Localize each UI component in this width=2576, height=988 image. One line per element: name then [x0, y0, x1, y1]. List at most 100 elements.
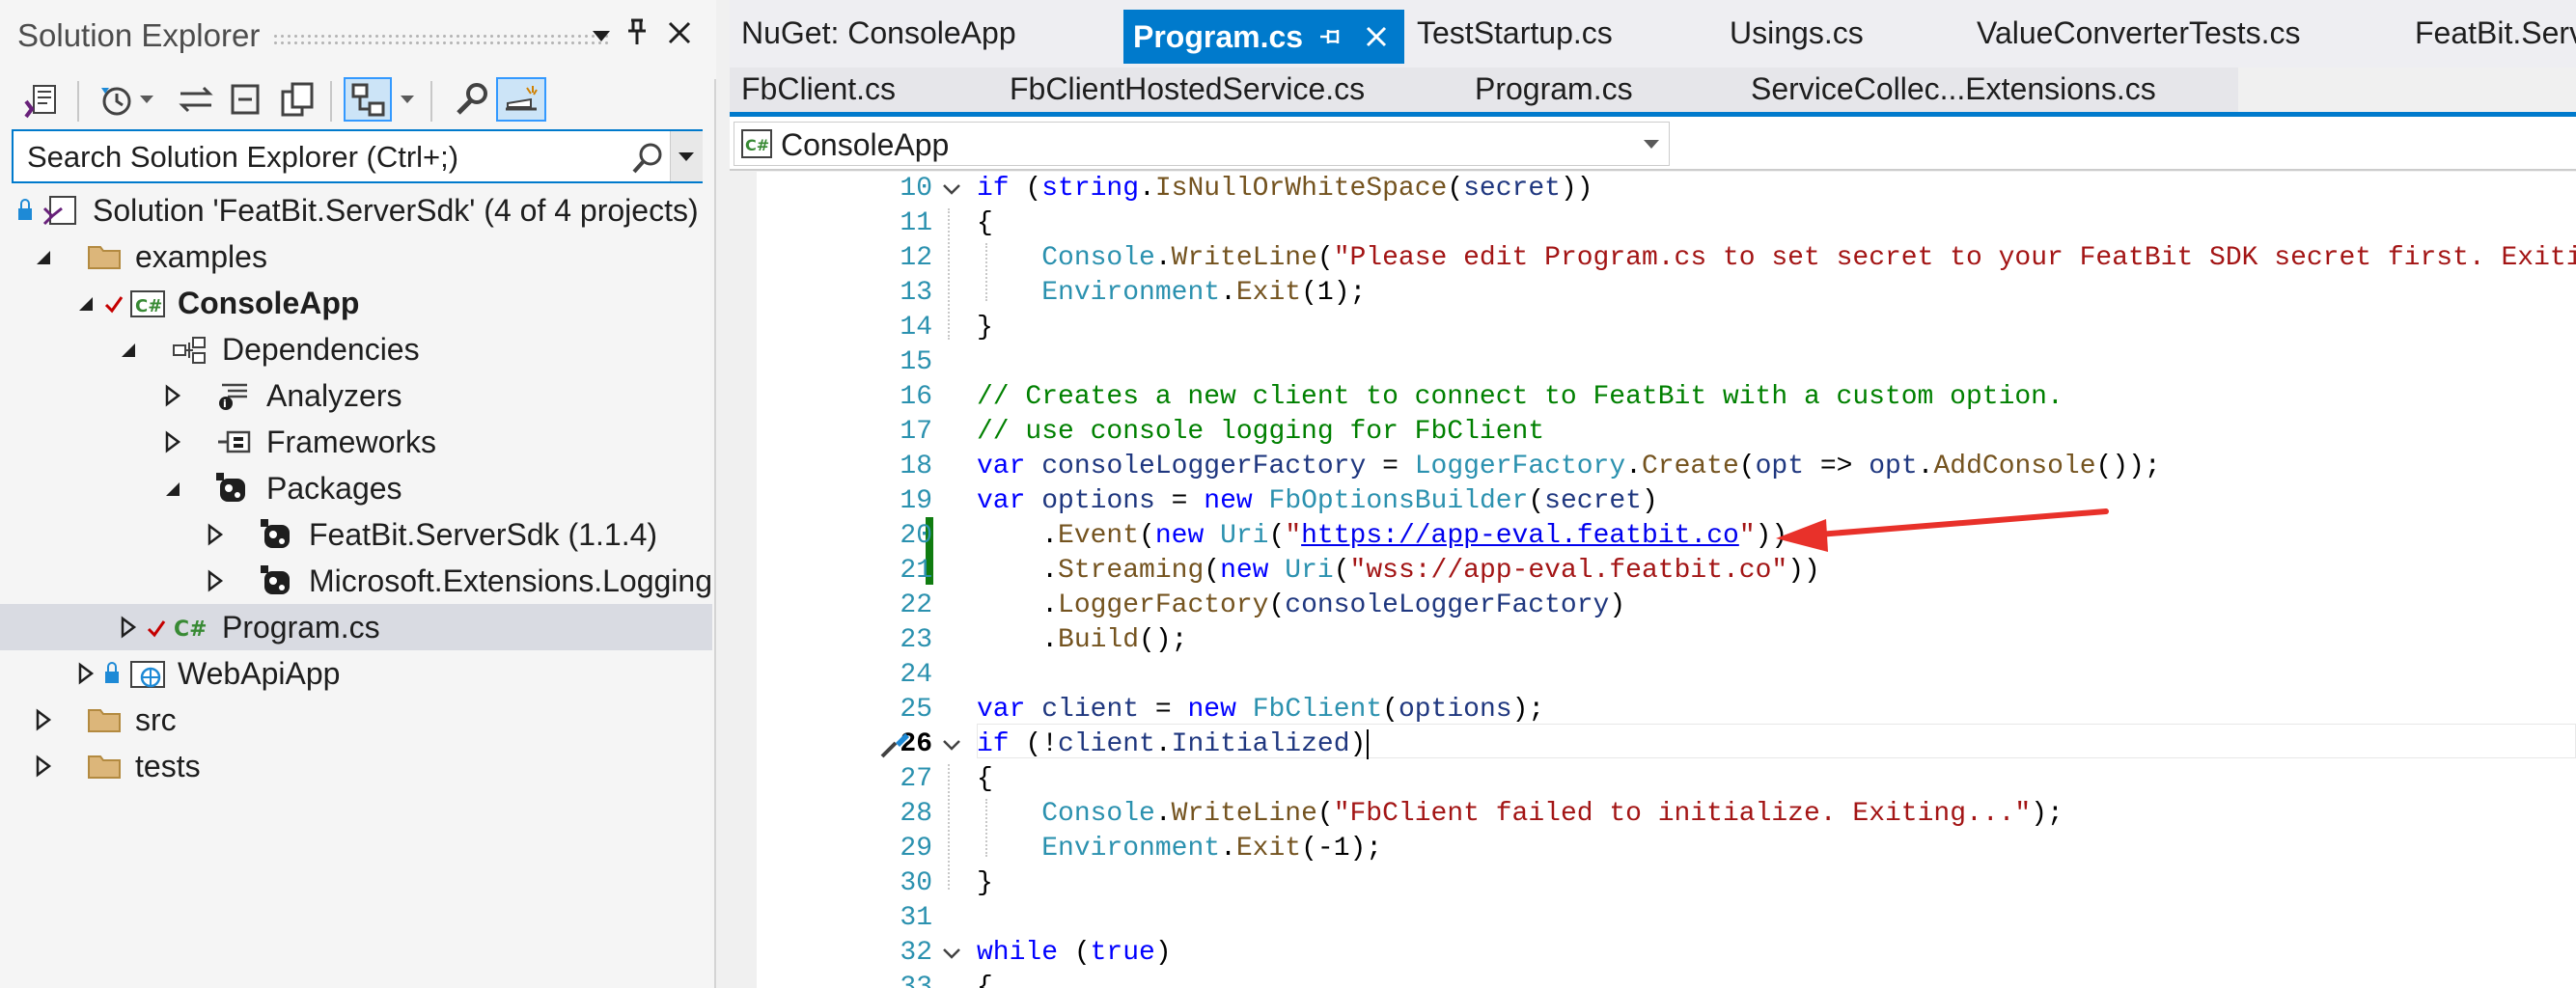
svg-text:i: i [223, 398, 227, 410]
chevron-down-icon[interactable] [1642, 136, 1661, 156]
search-icon[interactable] [631, 141, 666, 180]
line-number: 18 [900, 452, 932, 481]
preview-selected-items-icon[interactable] [344, 77, 392, 122]
code-text: } [977, 868, 993, 898]
tab-label: Program.cs [1133, 19, 1304, 54]
project-selector-dropdown[interactable]: C# ConsoleApp [734, 122, 1670, 166]
code-text: { [977, 973, 993, 988]
properties-wrench-icon[interactable] [446, 77, 494, 122]
code-editor[interactable]: 10 if (string.IsNullOrWhiteSpace(secret))… [730, 172, 2576, 988]
project-selector-value: ConsoleApp [781, 127, 950, 162]
expanded-arrow-icon[interactable] [75, 289, 97, 316]
collapsed-arrow-icon[interactable] [162, 382, 183, 409]
tab-program-cs-2[interactable]: Program.cs [1475, 71, 1633, 107]
collapsed-arrow-icon[interactable] [162, 428, 183, 455]
code-text: Console.WriteLine("Please edit Program.c… [1041, 243, 2576, 273]
pin-icon[interactable] [623, 17, 651, 54]
expanded-arrow-icon[interactable] [118, 336, 139, 363]
document-tabs-row-2: FbClient.cs FbClientHostedService.cs Pro… [730, 68, 2238, 114]
tab-nuget-consoleapp[interactable]: NuGet: ConsoleApp [741, 15, 1016, 51]
preview-tab-icon[interactable] [496, 77, 546, 122]
history-dropdown-icon[interactable] [135, 77, 158, 122]
line-number: 30 [900, 868, 932, 898]
history-icon[interactable] [93, 77, 141, 122]
collapsed-arrow-icon[interactable] [33, 706, 54, 733]
csharp-file-icon: C# [172, 612, 214, 643]
sync-with-active-document-icon[interactable] [172, 77, 220, 122]
tab-servicecollection-extensions[interactable]: ServiceCollec...Extensions.cs [1751, 71, 2156, 107]
editor-left-margin [730, 172, 757, 988]
tree-item-consoleapp[interactable]: C# ConsoleApp [0, 280, 714, 326]
tree-item-label: Frameworks [266, 425, 437, 459]
svg-text:C#: C# [135, 296, 162, 316]
tree-item-src[interactable]: src [0, 697, 714, 743]
package-icon [261, 565, 293, 596]
tab-fbclient[interactable]: FbClient.cs [741, 71, 896, 107]
solution-search-box[interactable] [12, 129, 703, 183]
solution-explorer-title: Solution Explorer [17, 17, 261, 53]
tab-valueconvertertests[interactable]: ValueConverterTests.cs [1977, 15, 2301, 51]
collapse-block-icon[interactable] [938, 731, 967, 758]
tab-fbclienthostedservice[interactable]: FbClientHostedService.cs [1010, 71, 1365, 107]
preview-dropdown-icon[interactable] [396, 77, 419, 122]
close-icon[interactable] [666, 19, 693, 54]
collapsed-arrow-icon[interactable] [205, 567, 226, 594]
solution-icon [42, 195, 76, 226]
line-number: 22 [900, 590, 932, 620]
tree-item-tests[interactable]: tests [0, 743, 714, 789]
window-position-dropdown-icon[interactable] [591, 21, 612, 54]
pin-tab-icon[interactable] [1316, 23, 1343, 55]
tab-teststartup[interactable]: TestStartup.cs [1417, 15, 1613, 51]
code-text: var consoleLoggerFactory = LoggerFactory… [977, 452, 2161, 481]
tree-item-frameworks[interactable]: Frameworks [0, 419, 714, 465]
code-text: { [977, 764, 993, 794]
show-all-files-icon[interactable] [274, 77, 322, 122]
tree-item-label: FeatBit.ServerSdk (1.1.4) [309, 517, 658, 552]
line-number: 17 [900, 417, 932, 447]
web-project-icon [129, 658, 170, 689]
tree-item-dependencies[interactable]: Dependencies [0, 326, 714, 372]
tree-item-packages[interactable]: Packages [0, 465, 714, 511]
navigation-bar: C# ConsoleApp [730, 117, 2576, 171]
line-number: 20 [900, 521, 932, 551]
solution-search-input[interactable] [27, 140, 645, 175]
tree-item-analyzers[interactable]: i Analyzers [0, 372, 714, 419]
close-tab-icon[interactable] [1363, 23, 1390, 55]
tab-usings[interactable]: Usings.cs [1730, 15, 1864, 51]
code-text: .Build(); [977, 625, 1188, 655]
collapsed-arrow-icon[interactable] [75, 660, 97, 687]
code-text: // use console logging for FbClient [977, 417, 1545, 447]
collapsed-arrow-icon[interactable] [118, 614, 139, 641]
collapse-block-icon[interactable] [938, 940, 967, 967]
tree-item-examples[interactable]: examples [0, 233, 714, 280]
tree-item-label: ConsoleApp [178, 286, 360, 320]
svg-text:C#: C# [174, 618, 208, 642]
tree-item-microsoft-extensions-logging[interactable]: Microsoft.Extensions.Logging [0, 558, 714, 604]
checked-in-icon [102, 288, 125, 318]
analyzers-icon: i [216, 380, 249, 411]
collapsed-arrow-icon[interactable] [33, 753, 54, 780]
vs-switch-views-icon[interactable] [17, 77, 66, 122]
tree-item-program-cs[interactable]: C# Program.cs [0, 604, 712, 650]
code-text: .Streaming(new Uri("wss://app-eval.featb… [977, 556, 1820, 586]
collapse-block-icon[interactable] [938, 176, 967, 203]
line-number: 25 [900, 695, 932, 725]
folder-icon [87, 751, 121, 782]
panel-grip[interactable] [272, 33, 610, 46]
folder-icon [87, 704, 121, 735]
search-options-dropdown-icon[interactable] [670, 131, 703, 181]
tab-featbit-serv[interactable]: FeatBit.Serv [2415, 15, 2576, 51]
collapse-all-icon[interactable] [222, 77, 270, 122]
code-text: var client = new FbClient(options); [977, 695, 1545, 725]
line-number: 31 [900, 903, 932, 933]
svg-text:C#: C# [745, 136, 769, 154]
tab-program-cs-active[interactable]: Program.cs [1123, 10, 1404, 64]
code-text: { [977, 208, 993, 238]
tree-item-label: Solution 'FeatBit.ServerSdk' (4 of 4 pro… [93, 193, 699, 228]
tree-item-featbit-serversdk[interactable]: FeatBit.ServerSdk (1.1.4) [0, 511, 714, 558]
expanded-arrow-icon[interactable] [162, 475, 183, 502]
collapsed-arrow-icon[interactable] [205, 521, 226, 548]
tree-item-webapiapp[interactable]: WebApiApp [0, 650, 714, 697]
expanded-arrow-icon[interactable] [33, 243, 54, 270]
tree-item-solution[interactable]: Solution 'FeatBit.ServerSdk' (4 of 4 pro… [0, 187, 714, 233]
